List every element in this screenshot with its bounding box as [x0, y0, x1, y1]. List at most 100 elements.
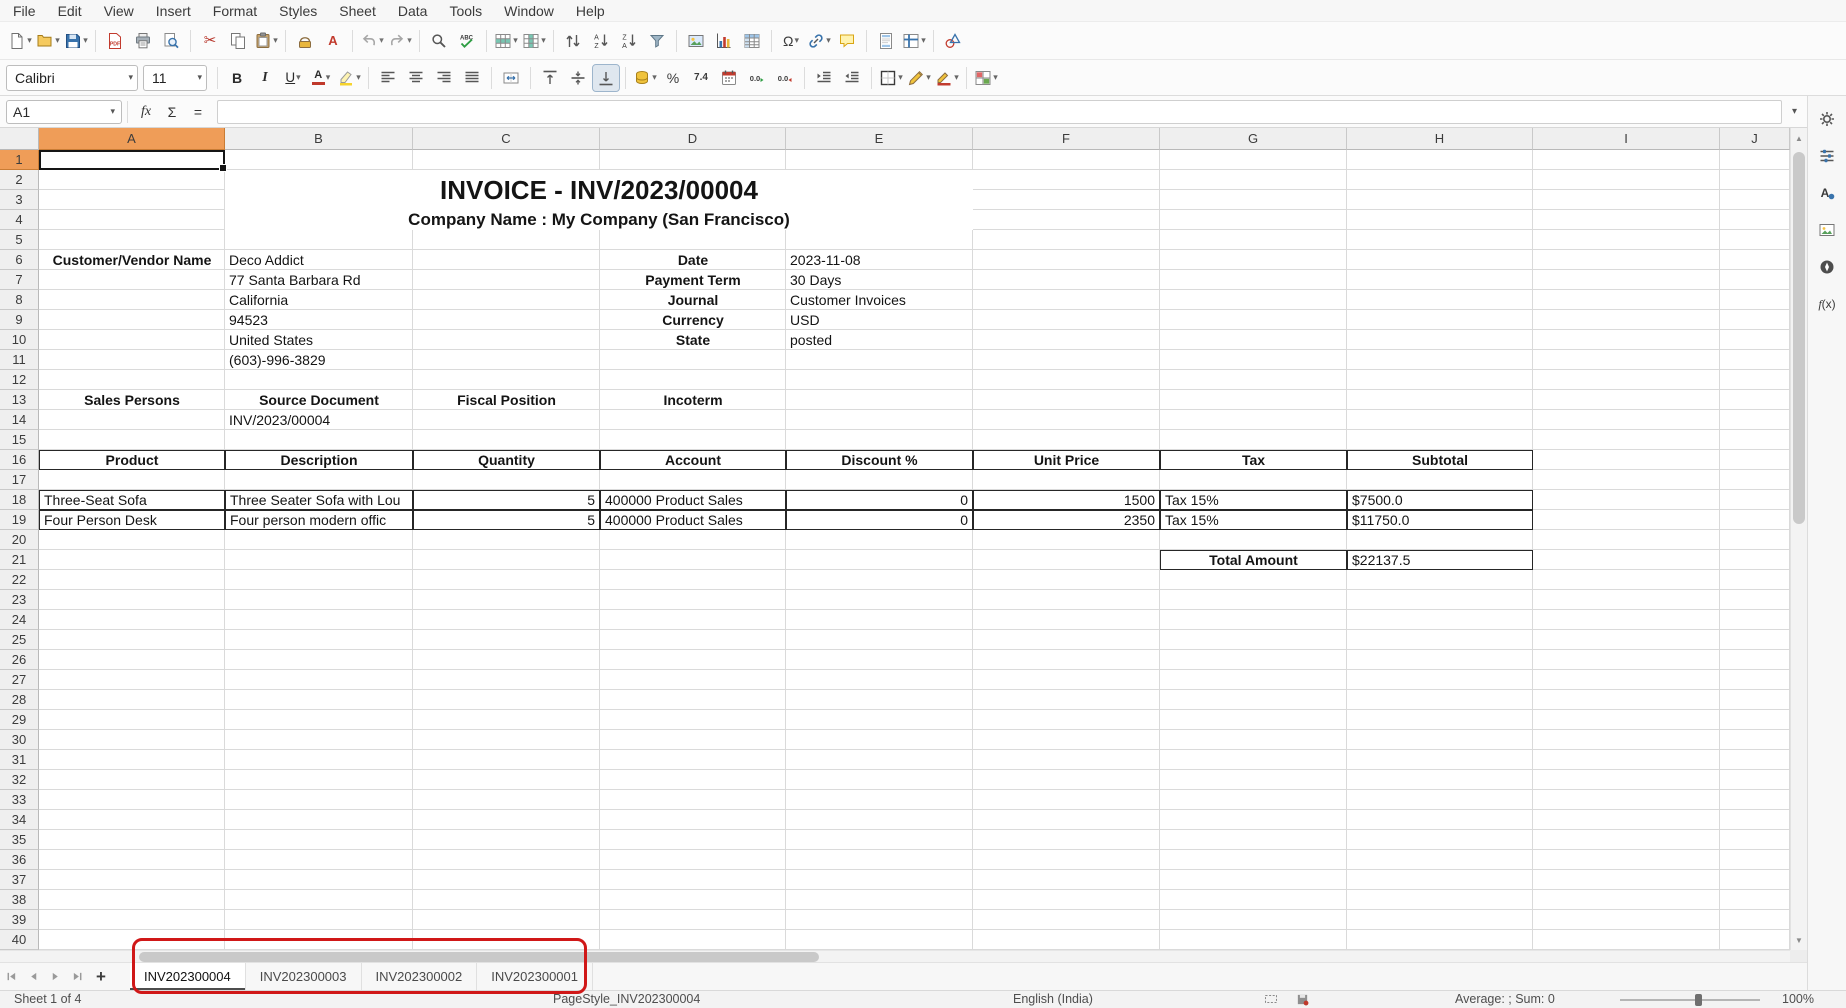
delete-decimal-icon[interactable]: 0.0 [772, 65, 798, 91]
export-pdf-icon[interactable]: PDF [102, 28, 128, 54]
row-header-27[interactable]: 27 [0, 670, 39, 690]
chevron-down-icon[interactable]: ▾ [27, 35, 32, 46]
last-sheet-icon[interactable] [66, 963, 88, 990]
column-header-e[interactable]: E [786, 128, 973, 150]
cell-b8[interactable]: California [225, 290, 413, 310]
headers-footers-icon[interactable] [873, 28, 899, 54]
chevron-down-icon[interactable]: ▾ [926, 72, 931, 83]
row-header-36[interactable]: 36 [0, 850, 39, 870]
add-decimal-icon[interactable]: 0.0 [744, 65, 770, 91]
find-replace-icon[interactable] [426, 28, 452, 54]
insert-row-icon[interactable]: ▾ [493, 28, 519, 54]
chevron-down-icon[interactable]: ▾ [273, 35, 278, 46]
cell-a16[interactable]: Product [39, 450, 225, 470]
zoom-slider-thumb[interactable] [1695, 994, 1702, 1006]
formula-icon[interactable]: = [185, 100, 211, 124]
chevron-down-icon[interactable]: ▾ [513, 35, 518, 46]
row-header-28[interactable]: 28 [0, 690, 39, 710]
cell-d6[interactable]: Date [600, 250, 786, 270]
cell-b7[interactable]: 77 Santa Barbara Rd [225, 270, 413, 290]
insert-image-icon[interactable] [683, 28, 709, 54]
cell-f16[interactable]: Unit Price [973, 450, 1160, 470]
merge-cells-icon[interactable] [498, 65, 524, 91]
row-header-21[interactable]: 21 [0, 550, 39, 570]
open-icon[interactable]: ▾ [35, 28, 61, 54]
row-header-32[interactable]: 32 [0, 770, 39, 790]
sheet-tab-inv202300001[interactable]: INV202300001 [477, 963, 593, 990]
print-icon[interactable] [130, 28, 156, 54]
cell-b9[interactable]: 94523 [225, 310, 413, 330]
copy-icon[interactable] [225, 28, 251, 54]
chevron-down-icon[interactable]: ▾ [296, 72, 301, 83]
row-header-22[interactable]: 22 [0, 570, 39, 590]
cell-d13[interactable]: Incoterm [600, 390, 786, 410]
row-header-15[interactable]: 15 [0, 430, 39, 450]
insert-comment-icon[interactable] [834, 28, 860, 54]
menu-insert[interactable]: Insert [145, 0, 202, 21]
row-header-10[interactable]: 10 [0, 330, 39, 350]
styles-icon[interactable]: A [1813, 179, 1841, 207]
sheet-tab-inv202300004[interactable]: INV202300004 [130, 963, 246, 990]
align-center-icon[interactable] [403, 65, 429, 91]
cell-c19[interactable]: 5 [413, 510, 600, 530]
chevron-down-icon[interactable]: ▾ [326, 72, 331, 83]
chevron-down-icon[interactable]: ▾ [55, 35, 60, 46]
align-left-icon[interactable] [375, 65, 401, 91]
row-header-12[interactable]: 12 [0, 370, 39, 390]
formula-input[interactable] [217, 100, 1782, 124]
cell-c13[interactable]: Fiscal Position [413, 390, 600, 410]
special-character-icon[interactable]: Ω▾ [778, 28, 804, 54]
row-header-14[interactable]: 14 [0, 410, 39, 430]
clear-formatting-icon[interactable]: A [320, 28, 346, 54]
cell-g21[interactable]: Total Amount [1160, 550, 1347, 570]
clone-formatting-icon[interactable] [292, 28, 318, 54]
add-sheet-icon[interactable]: + [88, 963, 114, 990]
row-header-34[interactable]: 34 [0, 810, 39, 830]
row-header-1[interactable]: 1 [0, 150, 39, 170]
format-date-icon[interactable] [716, 65, 742, 91]
sheet-tab-inv202300003[interactable]: INV202300003 [246, 963, 362, 990]
zoom-slider[interactable] [1620, 999, 1760, 1001]
decrease-indent-icon[interactable] [839, 65, 865, 91]
row-header-8[interactable]: 8 [0, 290, 39, 310]
sort-ascending-icon[interactable]: AZ [588, 28, 614, 54]
chevron-down-icon[interactable]: ▾ [110, 106, 115, 117]
menu-sheet[interactable]: Sheet [328, 0, 387, 21]
hyperlink-icon[interactable]: ▾ [806, 28, 832, 54]
cell-g16[interactable]: Tax [1160, 450, 1347, 470]
chevron-down-icon[interactable]: ▾ [898, 72, 903, 83]
row-header-37[interactable]: 37 [0, 870, 39, 890]
navigator-icon[interactable] [1813, 253, 1841, 281]
cell-e19[interactable]: 0 [786, 510, 973, 530]
format-percent-icon[interactable]: % [660, 65, 686, 91]
format-currency-icon[interactable]: ▾ [632, 65, 658, 91]
cell-grid[interactable]: INVOICE - INV/2023/00004Company Name : M… [39, 150, 1790, 950]
cell-a18[interactable]: Three-Seat Sofa [39, 490, 225, 510]
cell-b16[interactable]: Description [225, 450, 413, 470]
cell-h19[interactable]: $11750.0 [1347, 510, 1533, 530]
cell-e16[interactable]: Discount % [786, 450, 973, 470]
border-color-icon[interactable]: ▾ [934, 65, 960, 91]
row-header-30[interactable]: 30 [0, 730, 39, 750]
cell-h18[interactable]: $7500.0 [1347, 490, 1533, 510]
borders-icon[interactable]: ▾ [878, 65, 904, 91]
sheet-tab-inv202300002[interactable]: INV202300002 [362, 963, 478, 990]
cell-g18[interactable]: Tax 15% [1160, 490, 1347, 510]
menu-edit[interactable]: Edit [47, 0, 93, 21]
cell-c18[interactable]: 5 [413, 490, 600, 510]
row-header-23[interactable]: 23 [0, 590, 39, 610]
cell-d9[interactable]: Currency [600, 310, 786, 330]
cut-icon[interactable]: ✂ [197, 28, 223, 54]
font-name-combo[interactable]: Calibri ▾ [6, 65, 138, 91]
paste-icon[interactable]: ▾ [253, 28, 279, 54]
properties-icon[interactable] [1813, 142, 1841, 170]
chevron-down-icon[interactable]: ▾ [794, 35, 799, 46]
horizontal-scrollbar-thumb[interactable] [139, 952, 819, 962]
align-vcenter-icon[interactable] [565, 65, 591, 91]
cell-a6[interactable]: Customer/Vendor Name [39, 250, 225, 270]
menu-view[interactable]: View [93, 0, 145, 21]
cell-d18[interactable]: 400000 Product Sales [600, 490, 786, 510]
functions-icon[interactable]: f(x) [1813, 290, 1841, 318]
cell-b19[interactable]: Four person modern offic [225, 510, 413, 530]
cell-e18[interactable]: 0 [786, 490, 973, 510]
